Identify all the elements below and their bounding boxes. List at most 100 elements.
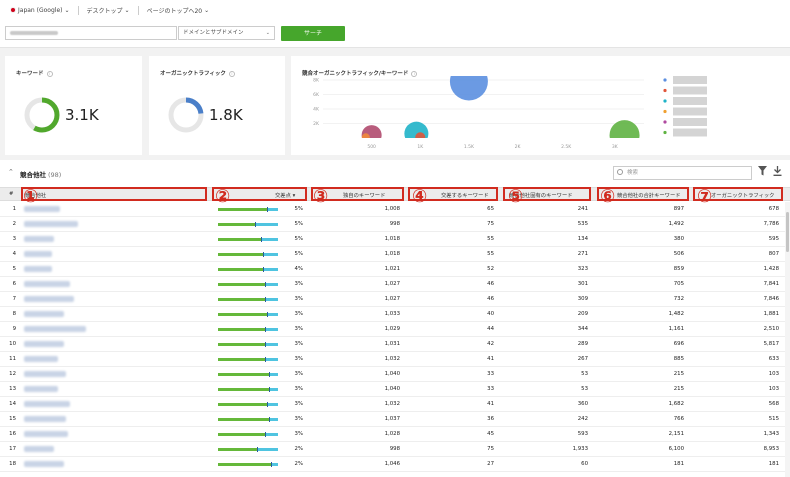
competitor-link[interactable] [24,461,64,467]
region-dropdown[interactable]: Japan (Google) ⌄ [10,7,70,14]
table-row[interactable]: 7 3% 1,027 46 309 732 7,846 [0,292,785,307]
competitor-unique-keywords[interactable]: 535 [548,221,588,227]
competitor-total-keywords[interactable]: 181 [644,461,684,467]
competitor-total-keywords[interactable]: 859 [644,266,684,272]
competitor-total-keywords[interactable]: 766 [644,416,684,422]
search-button[interactable]: サーチ [281,26,345,41]
competitor-link[interactable] [24,266,52,272]
info-icon[interactable]: i [46,70,53,77]
competitor-unique-keywords[interactable]: 134 [548,236,588,242]
competitor-total-keywords[interactable]: 1,161 [644,326,684,332]
competitor-link[interactable] [24,281,70,287]
info-icon[interactable]: i [228,70,235,77]
table-row[interactable]: 18 2% 1,046 27 60 181 181 [0,457,785,472]
unique-keywords[interactable]: 998 [360,446,400,452]
intersecting-keywords[interactable]: 55 [454,251,494,257]
unique-keywords[interactable]: 1,027 [360,296,400,302]
competitor-total-keywords[interactable]: 506 [644,251,684,257]
filter-icon[interactable] [758,166,767,176]
competitor-unique-keywords[interactable]: 1,933 [548,446,588,452]
unique-keywords[interactable]: 1,032 [360,401,400,407]
unique-keywords[interactable]: 1,021 [360,266,400,272]
intersecting-keywords[interactable]: 65 [454,206,494,212]
competitor-total-keywords[interactable]: 380 [644,236,684,242]
competitor-unique-keywords[interactable]: 271 [548,251,588,257]
competitor-link[interactable] [24,341,64,347]
competitor-total-keywords[interactable]: 6,100 [644,446,684,452]
unique-keywords[interactable]: 1,037 [360,416,400,422]
competitor-link[interactable] [24,386,58,392]
unique-keywords[interactable]: 1,018 [360,251,400,257]
unique-keywords[interactable]: 1,029 [360,326,400,332]
unique-keywords[interactable]: 1,027 [360,281,400,287]
competitor-unique-keywords[interactable]: 209 [548,311,588,317]
competitor-link[interactable] [24,236,54,242]
competitor-unique-keywords[interactable]: 301 [548,281,588,287]
intersecting-keywords[interactable]: 33 [454,386,494,392]
table-row[interactable]: 6 3% 1,027 46 301 705 7,841 [0,277,785,292]
competitor-total-keywords[interactable]: 215 [644,386,684,392]
competitor-unique-keywords[interactable]: 242 [548,416,588,422]
competitor-total-keywords[interactable]: 1,682 [644,401,684,407]
intersecting-keywords[interactable]: 75 [454,446,494,452]
intersecting-keywords[interactable]: 52 [454,266,494,272]
scope-select[interactable]: ドメインとサブドメイン ⌄ [178,26,275,40]
competitor-unique-keywords[interactable]: 53 [548,371,588,377]
table-row[interactable]: 4 5% 1,018 55 271 506 807 [0,247,785,262]
competitor-unique-keywords[interactable]: 309 [548,296,588,302]
table-row[interactable]: 10 3% 1,031 42 289 696 5,817 [0,337,785,352]
collapse-icon[interactable]: ⌃ [8,168,14,176]
intersecting-keywords[interactable]: 46 [454,296,494,302]
intersecting-keywords[interactable]: 41 [454,356,494,362]
competitor-unique-keywords[interactable]: 60 [548,461,588,467]
table-row[interactable]: 17 2% 998 75 1,933 6,100 8,953 [0,442,785,457]
competitor-link[interactable] [24,221,78,227]
competitor-total-keywords[interactable]: 897 [644,206,684,212]
intersecting-keywords[interactable]: 46 [454,281,494,287]
scrollbar[interactable] [785,202,790,477]
intersecting-keywords[interactable]: 36 [454,416,494,422]
table-row[interactable]: 5 4% 1,021 52 323 859 1,428 [0,262,785,277]
competitor-unique-keywords[interactable]: 360 [548,401,588,407]
competitor-link[interactable] [24,251,52,257]
competitor-total-keywords[interactable]: 1,482 [644,311,684,317]
competitor-link[interactable] [24,446,54,452]
competitor-link[interactable] [24,401,70,407]
competitor-link[interactable] [24,416,66,422]
competitor-link[interactable] [24,431,68,437]
intersecting-keywords[interactable]: 40 [454,311,494,317]
competitor-total-keywords[interactable]: 696 [644,341,684,347]
competitor-unique-keywords[interactable]: 323 [548,266,588,272]
unique-keywords[interactable]: 1,018 [360,236,400,242]
competitor-link[interactable] [24,371,66,377]
unique-keywords[interactable]: 1,028 [360,431,400,437]
table-row[interactable]: 9 3% 1,029 44 344 1,161 2,510 [0,322,785,337]
competitor-unique-keywords[interactable]: 593 [548,431,588,437]
competitor-unique-keywords[interactable]: 267 [548,356,588,362]
intersecting-keywords[interactable]: 33 [454,371,494,377]
competitor-total-keywords[interactable]: 885 [644,356,684,362]
table-row[interactable]: 12 3% 1,040 33 53 215 103 [0,367,785,382]
intersecting-keywords[interactable]: 44 [454,326,494,332]
unique-keywords[interactable]: 1,008 [360,206,400,212]
competitor-link[interactable] [24,296,74,302]
table-row[interactable]: 16 3% 1,028 45 593 2,151 1,343 [0,427,785,442]
intersecting-keywords[interactable]: 55 [454,236,494,242]
table-row[interactable]: 13 3% 1,040 33 53 215 103 [0,382,785,397]
intersecting-keywords[interactable]: 27 [454,461,494,467]
table-row[interactable]: 1 5% 1,008 65 241 897 678 [0,202,785,217]
table-row[interactable]: 15 3% 1,037 36 242 766 515 [0,412,785,427]
domain-input[interactable] [5,26,177,40]
back-link-dropdown[interactable]: ページのトップへ20 ⌄ [147,6,210,15]
unique-keywords[interactable]: 1,040 [360,371,400,377]
competitor-total-keywords[interactable]: 705 [644,281,684,287]
unique-keywords[interactable]: 998 [360,221,400,227]
unique-keywords[interactable]: 1,033 [360,311,400,317]
competitor-unique-keywords[interactable]: 53 [548,386,588,392]
competitor-unique-keywords[interactable]: 289 [548,341,588,347]
competitor-total-keywords[interactable]: 1,492 [644,221,684,227]
competitor-total-keywords[interactable]: 732 [644,296,684,302]
competitor-link[interactable] [24,356,58,362]
unique-keywords[interactable]: 1,031 [360,341,400,347]
competitor-link[interactable] [24,311,64,317]
